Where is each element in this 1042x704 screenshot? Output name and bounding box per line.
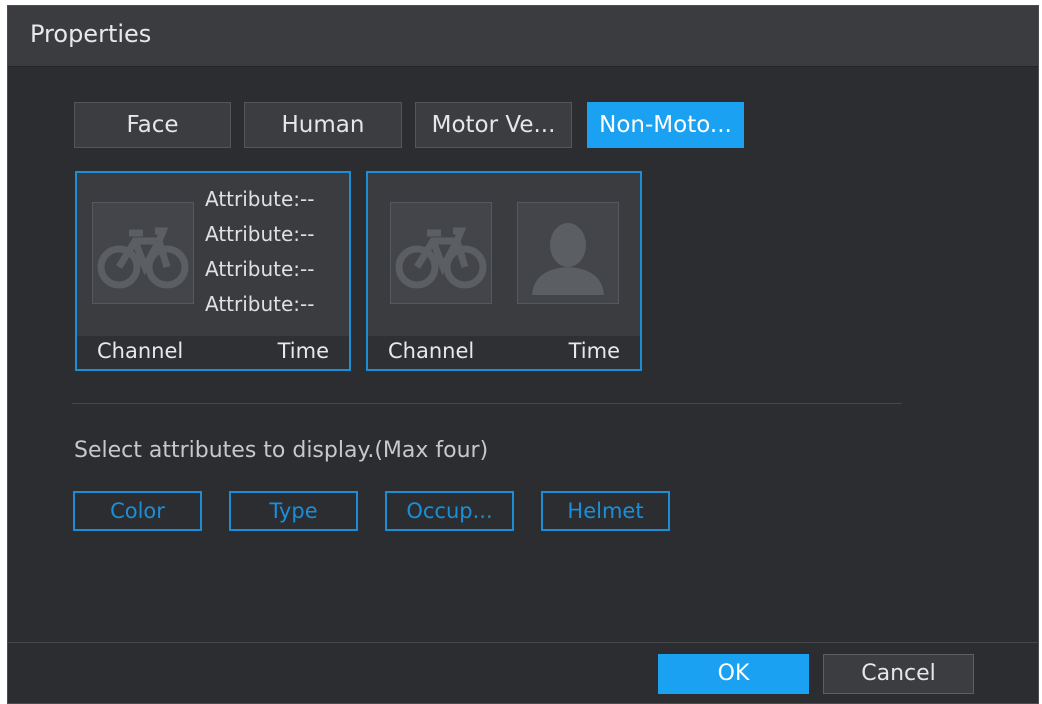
bicycle-icon (390, 202, 492, 304)
attribute-text: Attribute:-- (205, 222, 315, 246)
attribute-text: Attribute:-- (205, 187, 315, 211)
channel-label: Channel (97, 339, 184, 363)
attribute-option-color[interactable]: Color (73, 491, 202, 531)
attribute-text: Attribute:-- (205, 257, 315, 281)
card-footer: Channel Time (77, 336, 349, 369)
preview-card-thumbnails[interactable]: Channel Time (366, 171, 642, 371)
cancel-button[interactable]: Cancel (823, 654, 974, 694)
person-silhouette-icon (517, 202, 619, 304)
channel-label: Channel (388, 339, 475, 363)
tab-non-motor-vehicle[interactable]: Non-Moto... (587, 102, 744, 148)
preview-card-detailed[interactable]: Attribute:-- Attribute:-- Attribute:-- A… (75, 171, 351, 371)
card-footer: Channel Time (368, 336, 640, 369)
attribute-option-helmet[interactable]: Helmet (541, 491, 670, 531)
time-label: Time (568, 339, 620, 363)
properties-dialog: Properties Face Human Motor Ve... Non-Mo… (7, 5, 1039, 704)
attribute-text: Attribute:-- (205, 292, 315, 316)
ok-button[interactable]: OK (658, 654, 809, 694)
section-divider (72, 403, 902, 404)
tab-human[interactable]: Human (244, 102, 402, 148)
bicycle-icon (92, 202, 194, 304)
dialog-title: Properties (30, 20, 152, 48)
attribute-selection-prompt: Select attributes to display.(Max four) (74, 438, 489, 463)
time-label: Time (277, 339, 329, 363)
dialog-title-bar: Properties (8, 6, 1038, 67)
tab-motor-vehicle[interactable]: Motor Ve... (415, 102, 572, 148)
attribute-option-occupancy[interactable]: Occup... (385, 491, 514, 531)
attribute-option-type[interactable]: Type (229, 491, 358, 531)
tab-face[interactable]: Face (74, 102, 231, 148)
